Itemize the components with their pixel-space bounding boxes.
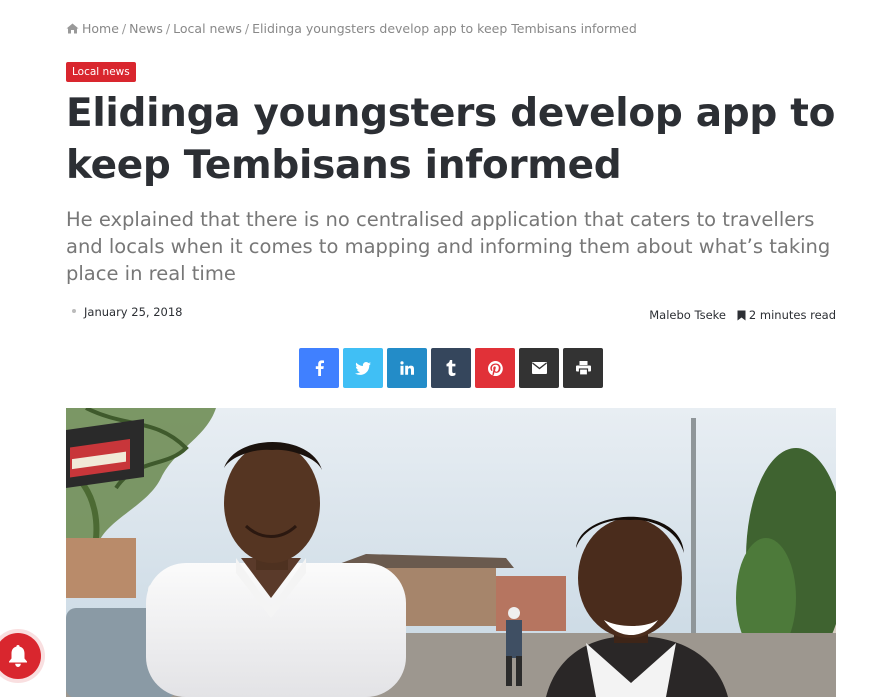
read-time: 2 minutes read [737,308,836,324]
tumblr-icon [446,360,456,376]
printer-icon [575,361,591,375]
facebook-icon [315,360,324,376]
author-link[interactable]: Malebo Tseke [649,308,726,322]
bell-icon [9,645,27,667]
breadcrumb-home[interactable]: Home [66,21,119,36]
featured-image [66,408,836,697]
notification-bell-button[interactable] [0,633,41,679]
breadcrumb: Home / News / Local news / Elidinga youngsters… [66,21,637,37]
article-excerpt: He explained that there is no centralise… [66,208,831,285]
share-email-button[interactable] [519,348,559,388]
twitter-icon [355,361,371,375]
share-facebook-button[interactable] [299,348,339,388]
publish-date: January 25, 2018 [84,305,183,319]
linkedin-icon [400,361,414,375]
breadcrumb-current: Elidinga youngsters develop app to keep … [252,21,637,36]
breadcrumb-separator: / [121,21,127,36]
home-icon [66,22,79,37]
breadcrumb-separator: / [165,21,171,36]
page-title: Elidinga youngsters develop app to keep … [66,91,836,188]
share-buttons [299,348,603,388]
envelope-icon [531,362,547,374]
breadcrumb-news[interactable]: News [129,21,163,36]
category-badge[interactable]: Local news [66,62,136,82]
share-tumblr-button[interactable] [431,348,471,388]
share-twitter-button[interactable] [343,348,383,388]
bookmark-icon [737,310,746,324]
breadcrumb-separator: / [244,21,250,36]
breadcrumb-local-news[interactable]: Local news [173,21,242,36]
share-linkedin-button[interactable] [387,348,427,388]
share-print-button[interactable] [563,348,603,388]
share-pinterest-button[interactable] [475,348,515,388]
meta-bullet [72,309,76,313]
article-meta: January 25, 2018 Malebo Tseke 2 minutes … [66,305,836,325]
pinterest-icon [487,360,503,376]
